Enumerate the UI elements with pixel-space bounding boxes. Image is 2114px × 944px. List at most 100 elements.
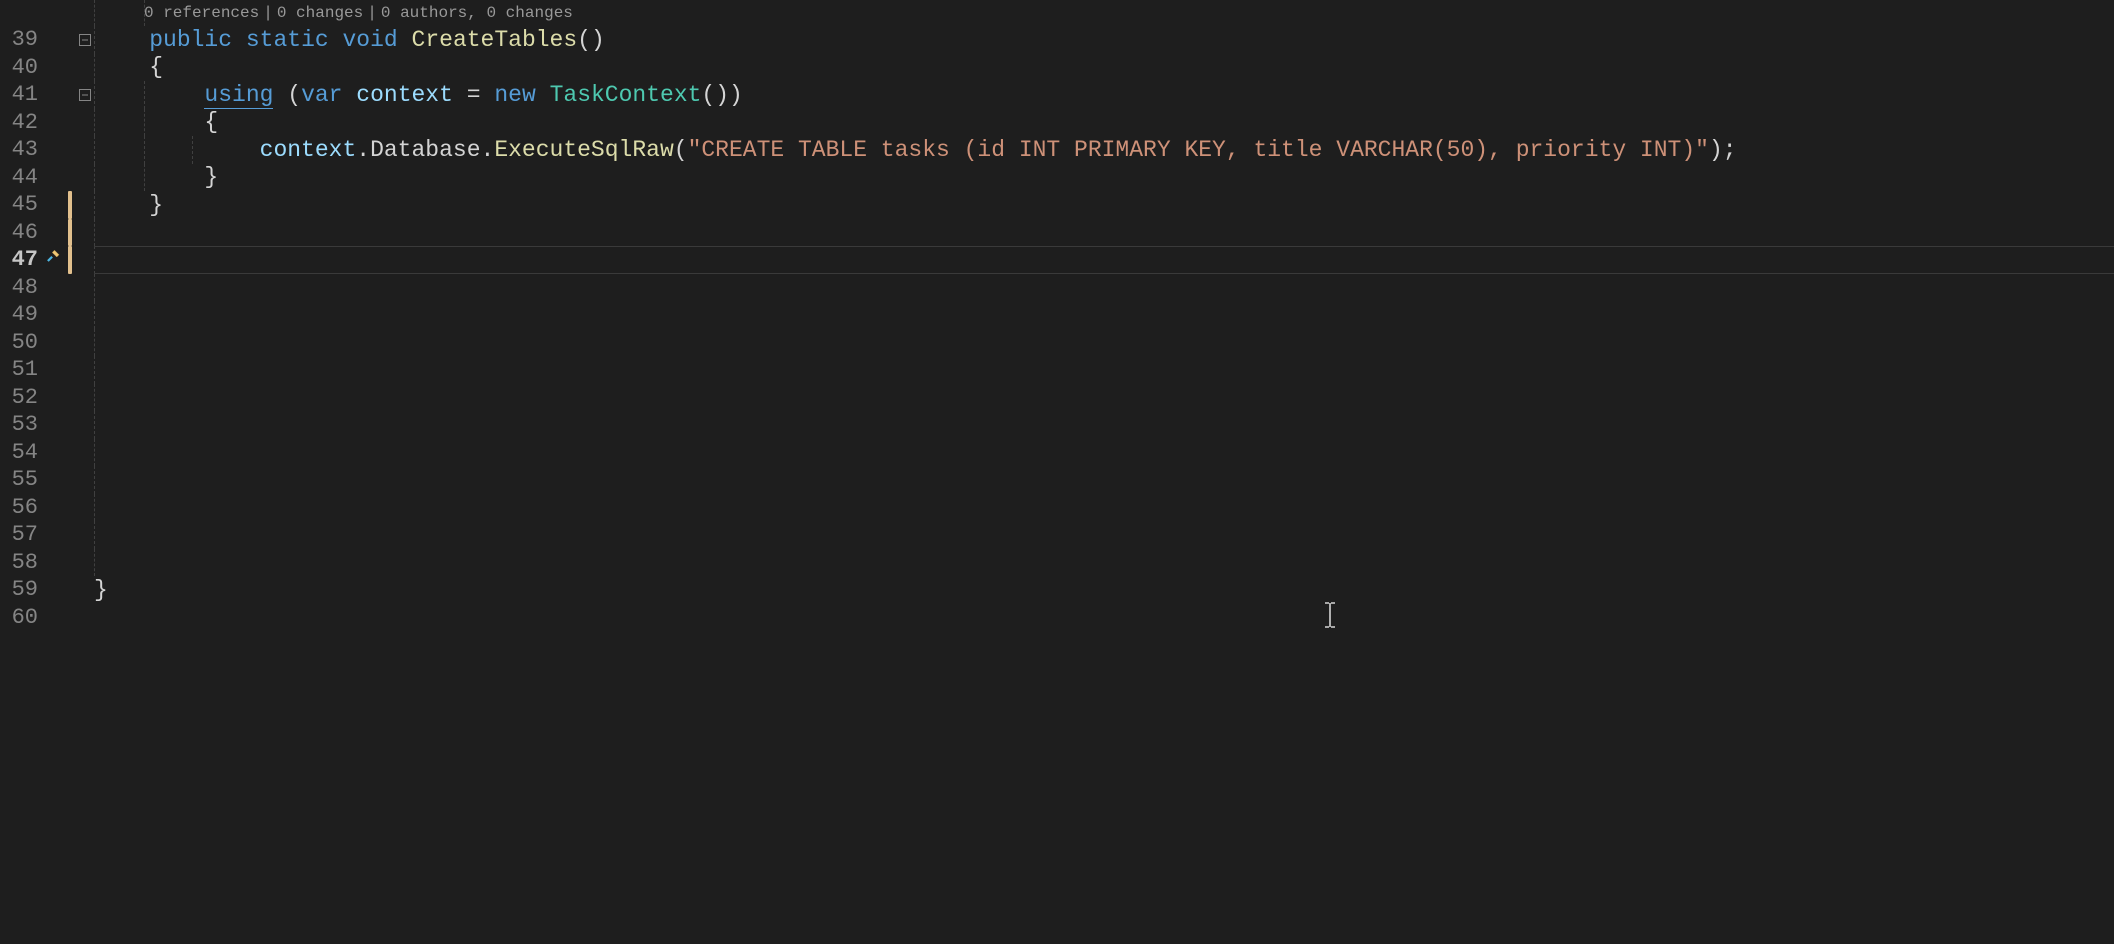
line-number: 57 [0,522,38,547]
code-line[interactable]: } [94,576,2114,604]
line-number: 55 [0,467,38,492]
code-line[interactable]: context.Database.ExecuteSqlRaw("CREATE T… [94,136,2114,164]
code-line[interactable]: { [94,54,2114,82]
gutter-row[interactable]: 43 [0,136,94,164]
code-line[interactable] [94,329,2114,357]
keyword-var: var [301,82,342,108]
code-line[interactable] [94,301,2114,329]
line-number: 53 [0,412,38,437]
line-number: 50 [0,330,38,355]
gutter-row[interactable]: 47 [0,246,94,274]
line-number: 46 [0,220,38,245]
line-number: 49 [0,302,38,327]
code-area[interactable]: 0 references | 0 changes | 0 authors, 0 … [94,0,2114,944]
code-line[interactable]: } [94,164,2114,192]
brace-close: } [149,192,163,218]
gutter-row[interactable]: 42 [0,109,94,137]
gutter-row[interactable]: 48 [0,274,94,302]
gutter-row[interactable]: 49 [0,301,94,329]
method-name: CreateTables [412,27,578,53]
code-line[interactable] [94,439,2114,467]
gutter-row[interactable]: 41 [0,81,94,109]
code-line[interactable]: using (var context = new TaskContext()) [94,81,2114,109]
paren-open: ( [674,137,688,163]
method-executesqlraw: ExecuteSqlRaw [494,137,673,163]
paren-open: ( [577,27,591,53]
empty-parens: () [701,82,729,108]
identifier-context: context [356,82,453,108]
gutter-row[interactable]: 57 [0,521,94,549]
code-line[interactable] [94,466,2114,494]
line-number: 41 [0,82,38,107]
gutter-row[interactable]: 54 [0,439,94,467]
paren-close: ) [591,27,605,53]
paren-open: ( [287,82,301,108]
codelens-changes[interactable]: 0 changes [277,4,367,22]
gutter-row[interactable]: 53 [0,411,94,439]
keyword-new: new [494,82,535,108]
gutter-row[interactable]: 60 [0,604,94,632]
paren-close: ) [729,82,743,108]
semicolon: ; [1723,137,1737,163]
code-line[interactable] [94,274,2114,302]
gutter-row[interactable]: 46 [0,219,94,247]
code-line[interactable]: } [94,191,2114,219]
gutter-row[interactable]: 50 [0,329,94,357]
line-number: 54 [0,440,38,465]
fold-toggle-icon[interactable] [79,34,91,46]
brace-close: } [204,164,218,190]
code-line[interactable] [94,384,2114,412]
gutter-row[interactable]: 58 [0,549,94,577]
code-line[interactable] [94,219,2114,247]
line-number: 59 [0,577,38,602]
class-taskcontext: TaskContext [550,82,702,108]
gutter-row[interactable]: 52 [0,384,94,412]
line-number: 60 [0,605,38,630]
paren-close: ) [1709,137,1723,163]
gutter-row[interactable]: 44 [0,164,94,192]
gutter-row[interactable]: 45 [0,191,94,219]
gutter-row[interactable]: 56 [0,494,94,522]
codelens-row[interactable]: 0 references | 0 changes | 0 authors, 0 … [94,0,2114,26]
brace-open: { [149,54,163,80]
keyword-static: static [246,27,329,53]
code-line-active[interactable] [94,246,2114,274]
modified-indicator [68,191,72,219]
modified-indicator [68,246,72,274]
code-line[interactable] [94,411,2114,439]
line-number: 47 [0,247,38,272]
code-line[interactable]: public static void CreateTables() [94,26,2114,54]
keyword-public: public [149,27,232,53]
line-number: 42 [0,110,38,135]
gutter-row[interactable]: 40 [0,54,94,82]
code-line[interactable] [94,521,2114,549]
codelens-authors[interactable]: 0 authors, 0 changes [381,4,577,22]
gutter-row[interactable]: 55 [0,466,94,494]
code-line[interactable] [94,494,2114,522]
line-number: 48 [0,275,38,300]
code-editor[interactable]: 394041 4243 44454647 4849 50515253 54555657 58… [0,0,2114,944]
gutter-row[interactable]: 39 [0,26,94,54]
fold-toggle-icon[interactable] [79,89,91,101]
codelens-references[interactable]: 0 references [144,4,263,22]
line-number: 43 [0,137,38,162]
string-literal: "CREATE TABLE tasks (id INT PRIMARY KEY,… [688,137,1709,163]
code-line[interactable] [94,604,2114,632]
quick-actions-icon[interactable] [44,247,62,273]
codelens-sep: | [367,4,381,22]
code-line[interactable]: { [94,109,2114,137]
code-line[interactable] [94,549,2114,577]
identifier-database: Database [370,137,480,163]
keyword-void: void [343,27,398,53]
dot: . [481,137,495,163]
modified-indicator [68,219,72,247]
line-number: 44 [0,165,38,190]
codelens-sep: | [263,4,277,22]
code-line[interactable] [94,356,2114,384]
gutter-row[interactable]: 51 [0,356,94,384]
gutter-row[interactable]: 59 [0,576,94,604]
gutter: 394041 4243 44454647 4849 50515253 54555657 58… [0,0,94,944]
operator-eq: = [467,82,481,108]
line-number: 58 [0,550,38,575]
dot: . [356,137,370,163]
